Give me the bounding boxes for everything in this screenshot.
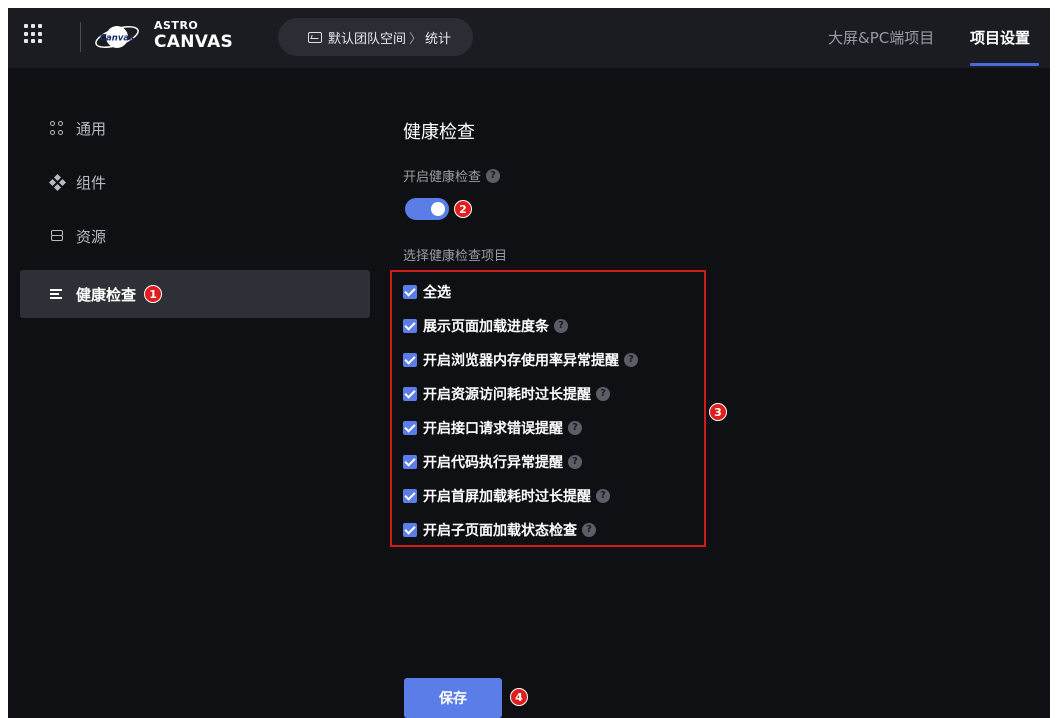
checkbox-label: 开启首屏加载耗时过长提醒 (423, 489, 591, 505)
sidebar-item-label: 健康检查 (76, 285, 137, 304)
checkbox-checked-icon[interactable] (403, 421, 417, 435)
checkbox-label: 开启浏览器内存使用率异常提醒 (423, 353, 619, 369)
checkbox-checked-icon[interactable] (403, 489, 417, 503)
chart-icon (308, 32, 322, 43)
active-tab-indicator (970, 63, 1039, 66)
help-icon[interactable]: ? (596, 489, 610, 503)
header-divider (80, 22, 81, 52)
enable-label-text: 开启健康检查 (403, 170, 482, 185)
checkbox-label: 开启子页面加载状态检查 (423, 523, 577, 539)
items-label: 选择健康检查项目 (403, 249, 508, 264)
step-badge-1: 1 (144, 285, 163, 303)
help-icon[interactable]: ? (624, 353, 638, 367)
breadcrumb[interactable]: 默认团队空间 〉 统计 (278, 18, 474, 56)
sidebar-item-health-check[interactable]: 健康检查 1 (20, 270, 370, 318)
logo-top-text: ASTRO (154, 19, 199, 32)
checkbox-label: 展示页面加载进度条 (423, 319, 549, 335)
checkbox-checked-icon[interactable] (403, 387, 417, 401)
sidebar-item-label: 通用 (76, 119, 107, 138)
layers-icon (50, 229, 64, 243)
page-title: 健康检查 (403, 122, 475, 143)
step-badge-4: 4 (510, 688, 528, 706)
checkbox-checked-icon[interactable] (403, 353, 417, 367)
breadcrumb-separator: 〉 (409, 31, 423, 47)
checkbox-checked-icon[interactable] (403, 523, 417, 537)
checkbox-label: 开启代码执行异常提醒 (423, 455, 563, 471)
tab-screen-pc-projects[interactable]: 大屏&PC端项目 (828, 8, 934, 68)
checkbox-show-load-progress[interactable]: 展示页面加载进度条 ? (403, 312, 568, 340)
sidebar-item-label: 资源 (76, 227, 107, 246)
logo-bottom-text: CANVAS (154, 32, 234, 52)
tab-project-settings[interactable]: 项目设置 (970, 8, 1030, 68)
grid-icon (50, 121, 64, 135)
sidebar-item-components[interactable]: 组件 (20, 158, 370, 206)
checkbox-memory-alert[interactable]: 开启浏览器内存使用率异常提醒 ? (403, 346, 638, 374)
checkbox-api-error-alert[interactable]: 开启接口请求错误提醒 ? (403, 414, 582, 442)
sidebar-item-resources[interactable]: 资源 (20, 212, 370, 260)
checkbox-checked-icon[interactable] (403, 319, 417, 333)
save-button[interactable]: 保存 (404, 678, 502, 718)
sidebar-item-label: 组件 (76, 173, 107, 192)
checkbox-first-screen-timeout-alert[interactable]: 开启首屏加载耗时过长提醒 ? (403, 482, 610, 510)
step-badge-2: 2 (454, 200, 472, 218)
checkbox-checked-icon[interactable] (403, 455, 417, 469)
apps-grid-icon[interactable] (24, 24, 44, 44)
checkbox-label: 开启资源访问耗时过长提醒 (423, 387, 591, 403)
enable-health-check-label: 开启健康检查 ? (403, 166, 501, 185)
breadcrumb-page[interactable]: 统计 (425, 28, 451, 47)
checkbox-code-exception-alert[interactable]: 开启代码执行异常提醒 ? (403, 448, 582, 476)
checkbox-label: 开启接口请求错误提醒 (423, 421, 563, 437)
checkbox-checked-icon[interactable] (403, 285, 417, 299)
component-icon (48, 173, 67, 192)
checkbox-label: 全选 (423, 285, 451, 301)
step-badge-3: 3 (709, 403, 727, 421)
checkbox-subpage-load-check[interactable]: 开启子页面加载状态检查 ? (403, 516, 596, 544)
checkbox-resource-timeout-alert[interactable]: 开启资源访问耗时过长提醒 ? (403, 380, 610, 408)
health-check-toggle[interactable] (405, 198, 449, 220)
canvas-logo-icon: Canvas (95, 26, 139, 48)
help-icon[interactable]: ? (568, 455, 582, 469)
list-icon (50, 287, 64, 301)
top-bar: Canvas ASTRO CANVAS 默认团队空间 〉 统计 大屏&PC端项目… (8, 8, 1050, 68)
logo-mark-text: Canvas (100, 34, 134, 44)
help-icon[interactable]: ? (554, 319, 568, 333)
checkbox-select-all[interactable]: 全选 (403, 278, 451, 306)
breadcrumb-workspace[interactable]: 默认团队空间 (328, 28, 406, 47)
help-icon[interactable]: ? (568, 421, 582, 435)
help-icon[interactable]: ? (486, 168, 501, 183)
help-icon[interactable]: ? (596, 387, 610, 401)
brand-logo: ASTRO CANVAS (154, 20, 233, 51)
app-frame: Canvas ASTRO CANVAS 默认团队空间 〉 统计 大屏&PC端项目… (8, 8, 1050, 718)
sidebar-item-general[interactable]: 通用 (20, 104, 370, 152)
help-icon[interactable]: ? (582, 523, 596, 537)
